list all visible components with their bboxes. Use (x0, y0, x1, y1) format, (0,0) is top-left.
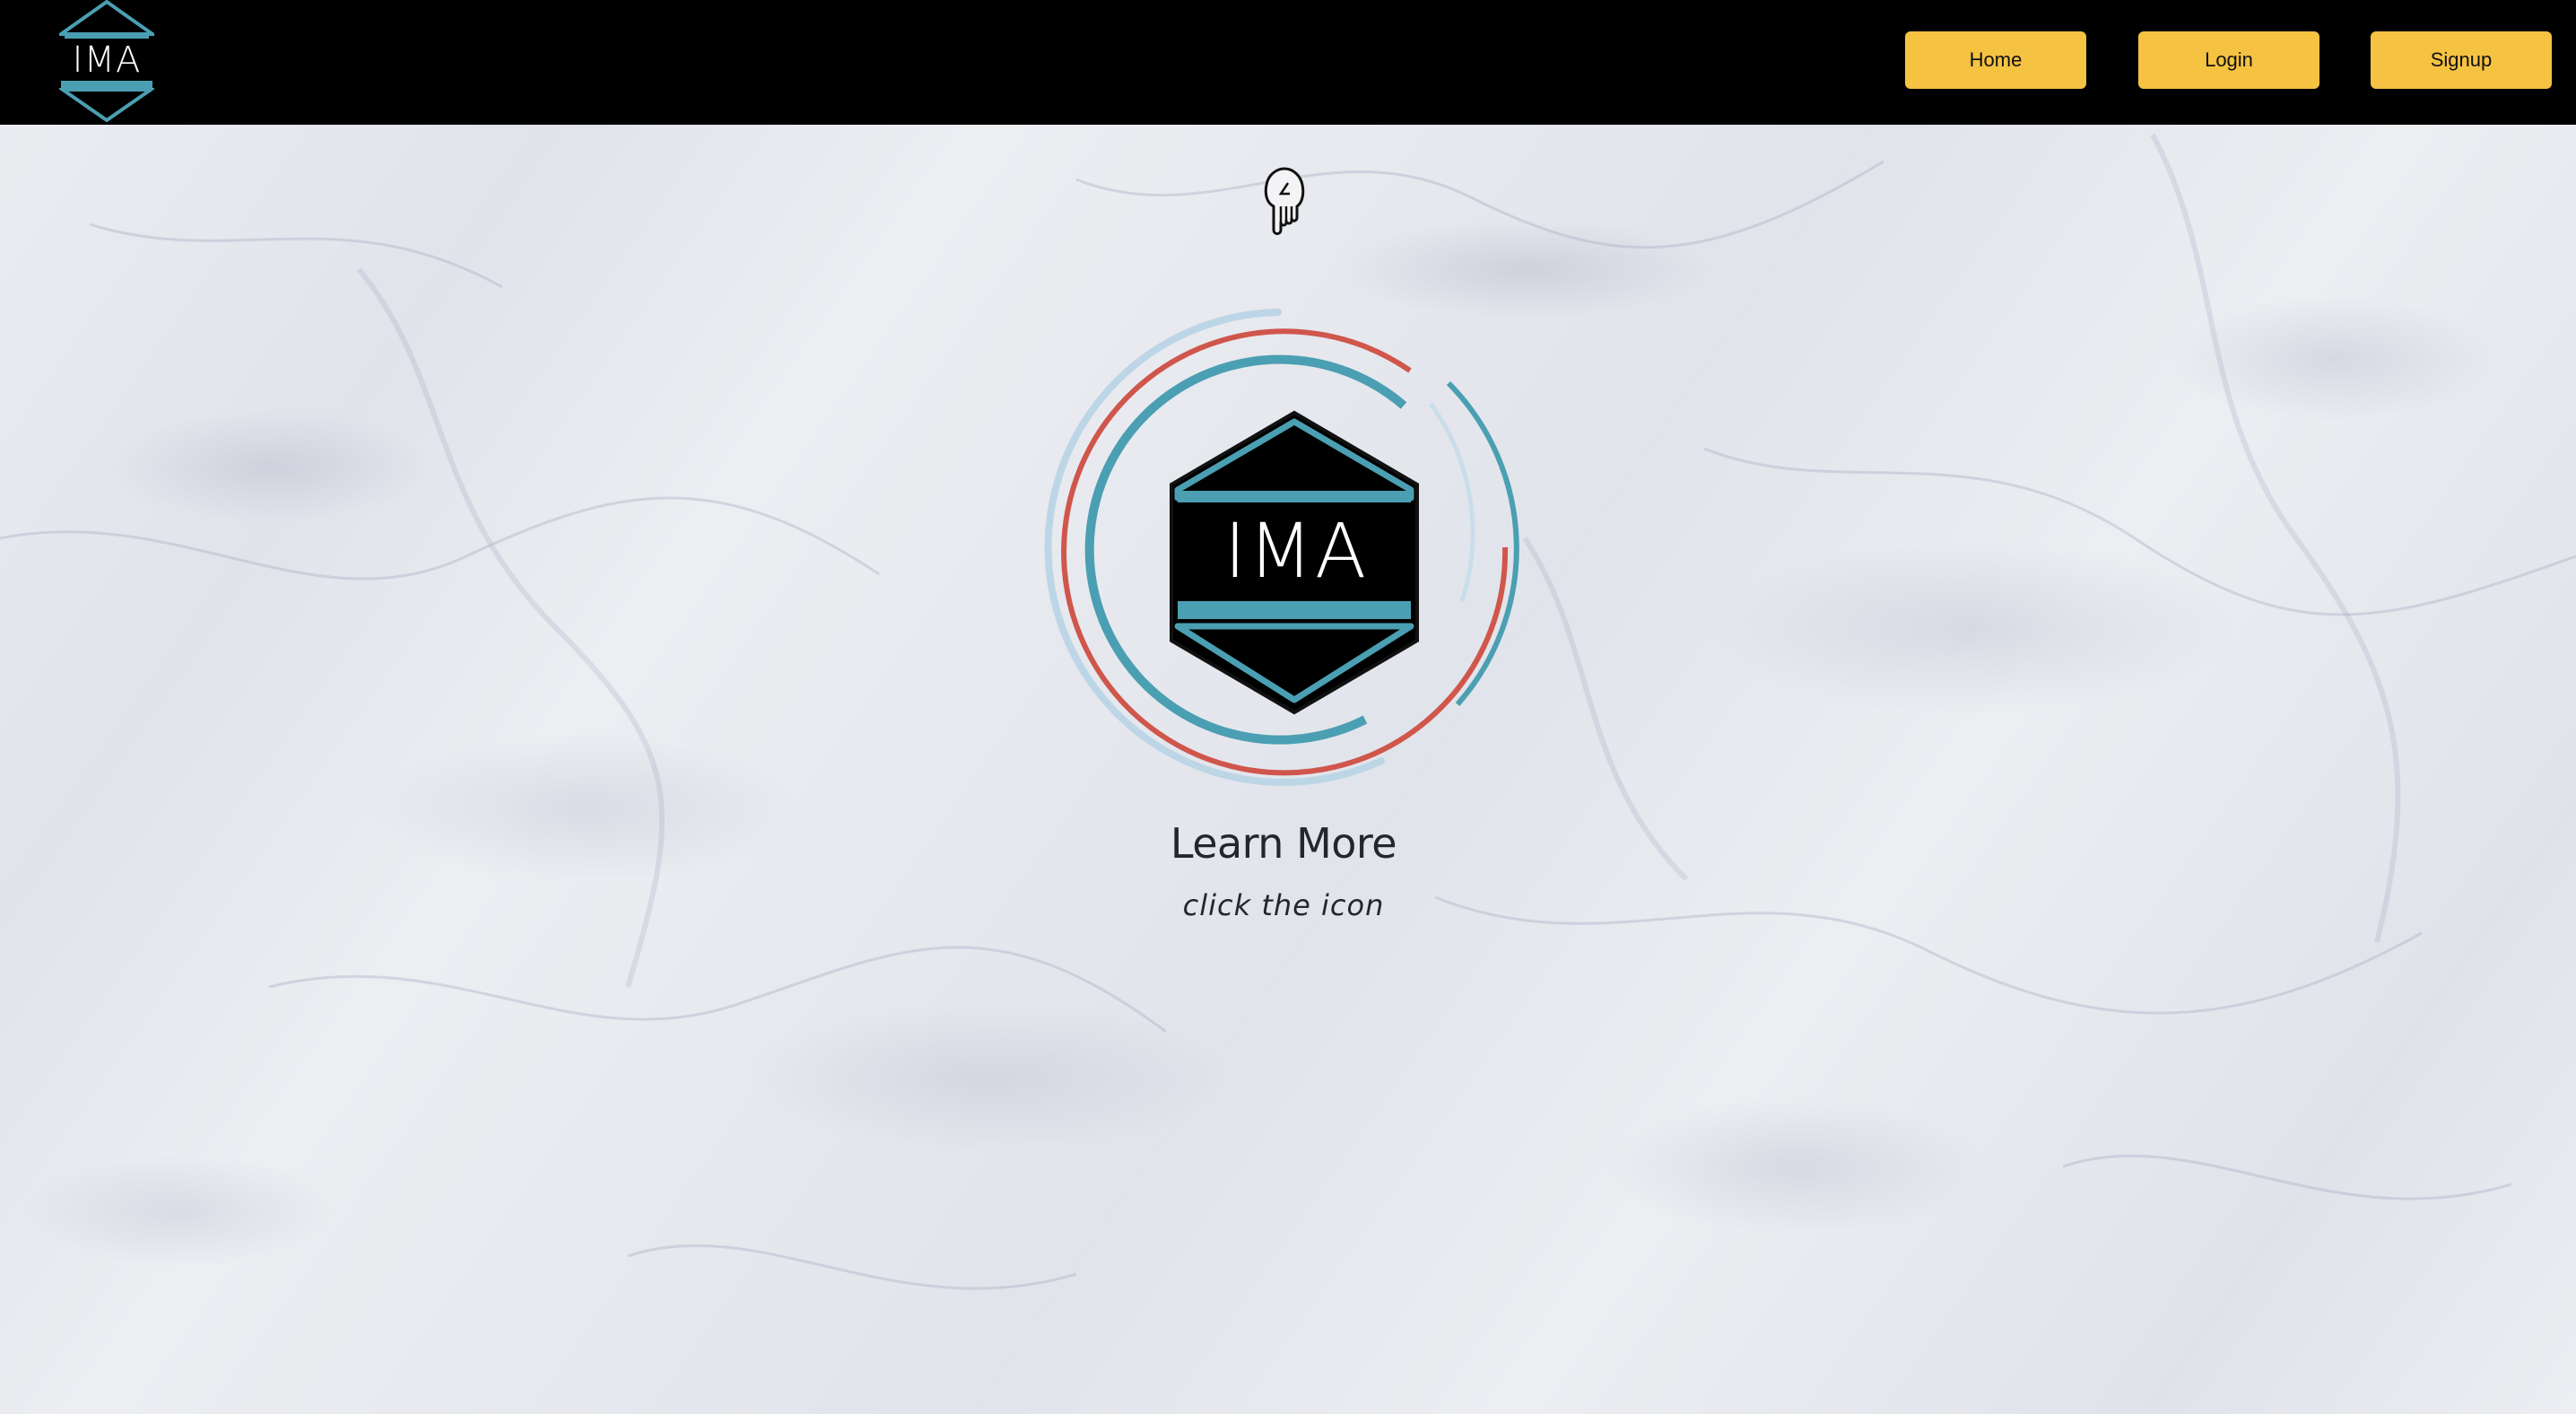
ima-logo[interactable]: IMA (55, 0, 159, 123)
login-button[interactable]: Login (2138, 31, 2319, 89)
learn-more-heading: Learn More (1170, 819, 1397, 868)
hand-pointing-down-icon (1261, 167, 1308, 235)
top-navbar: IMA Home Login Signup (0, 0, 2576, 125)
home-button[interactable]: Home (1905, 31, 2086, 89)
click-hint-text: click the icon (1182, 888, 1385, 922)
emblem-text: IMA (1223, 507, 1369, 595)
signup-button[interactable]: Signup (2371, 31, 2552, 89)
logo-text: IMA (72, 39, 142, 81)
